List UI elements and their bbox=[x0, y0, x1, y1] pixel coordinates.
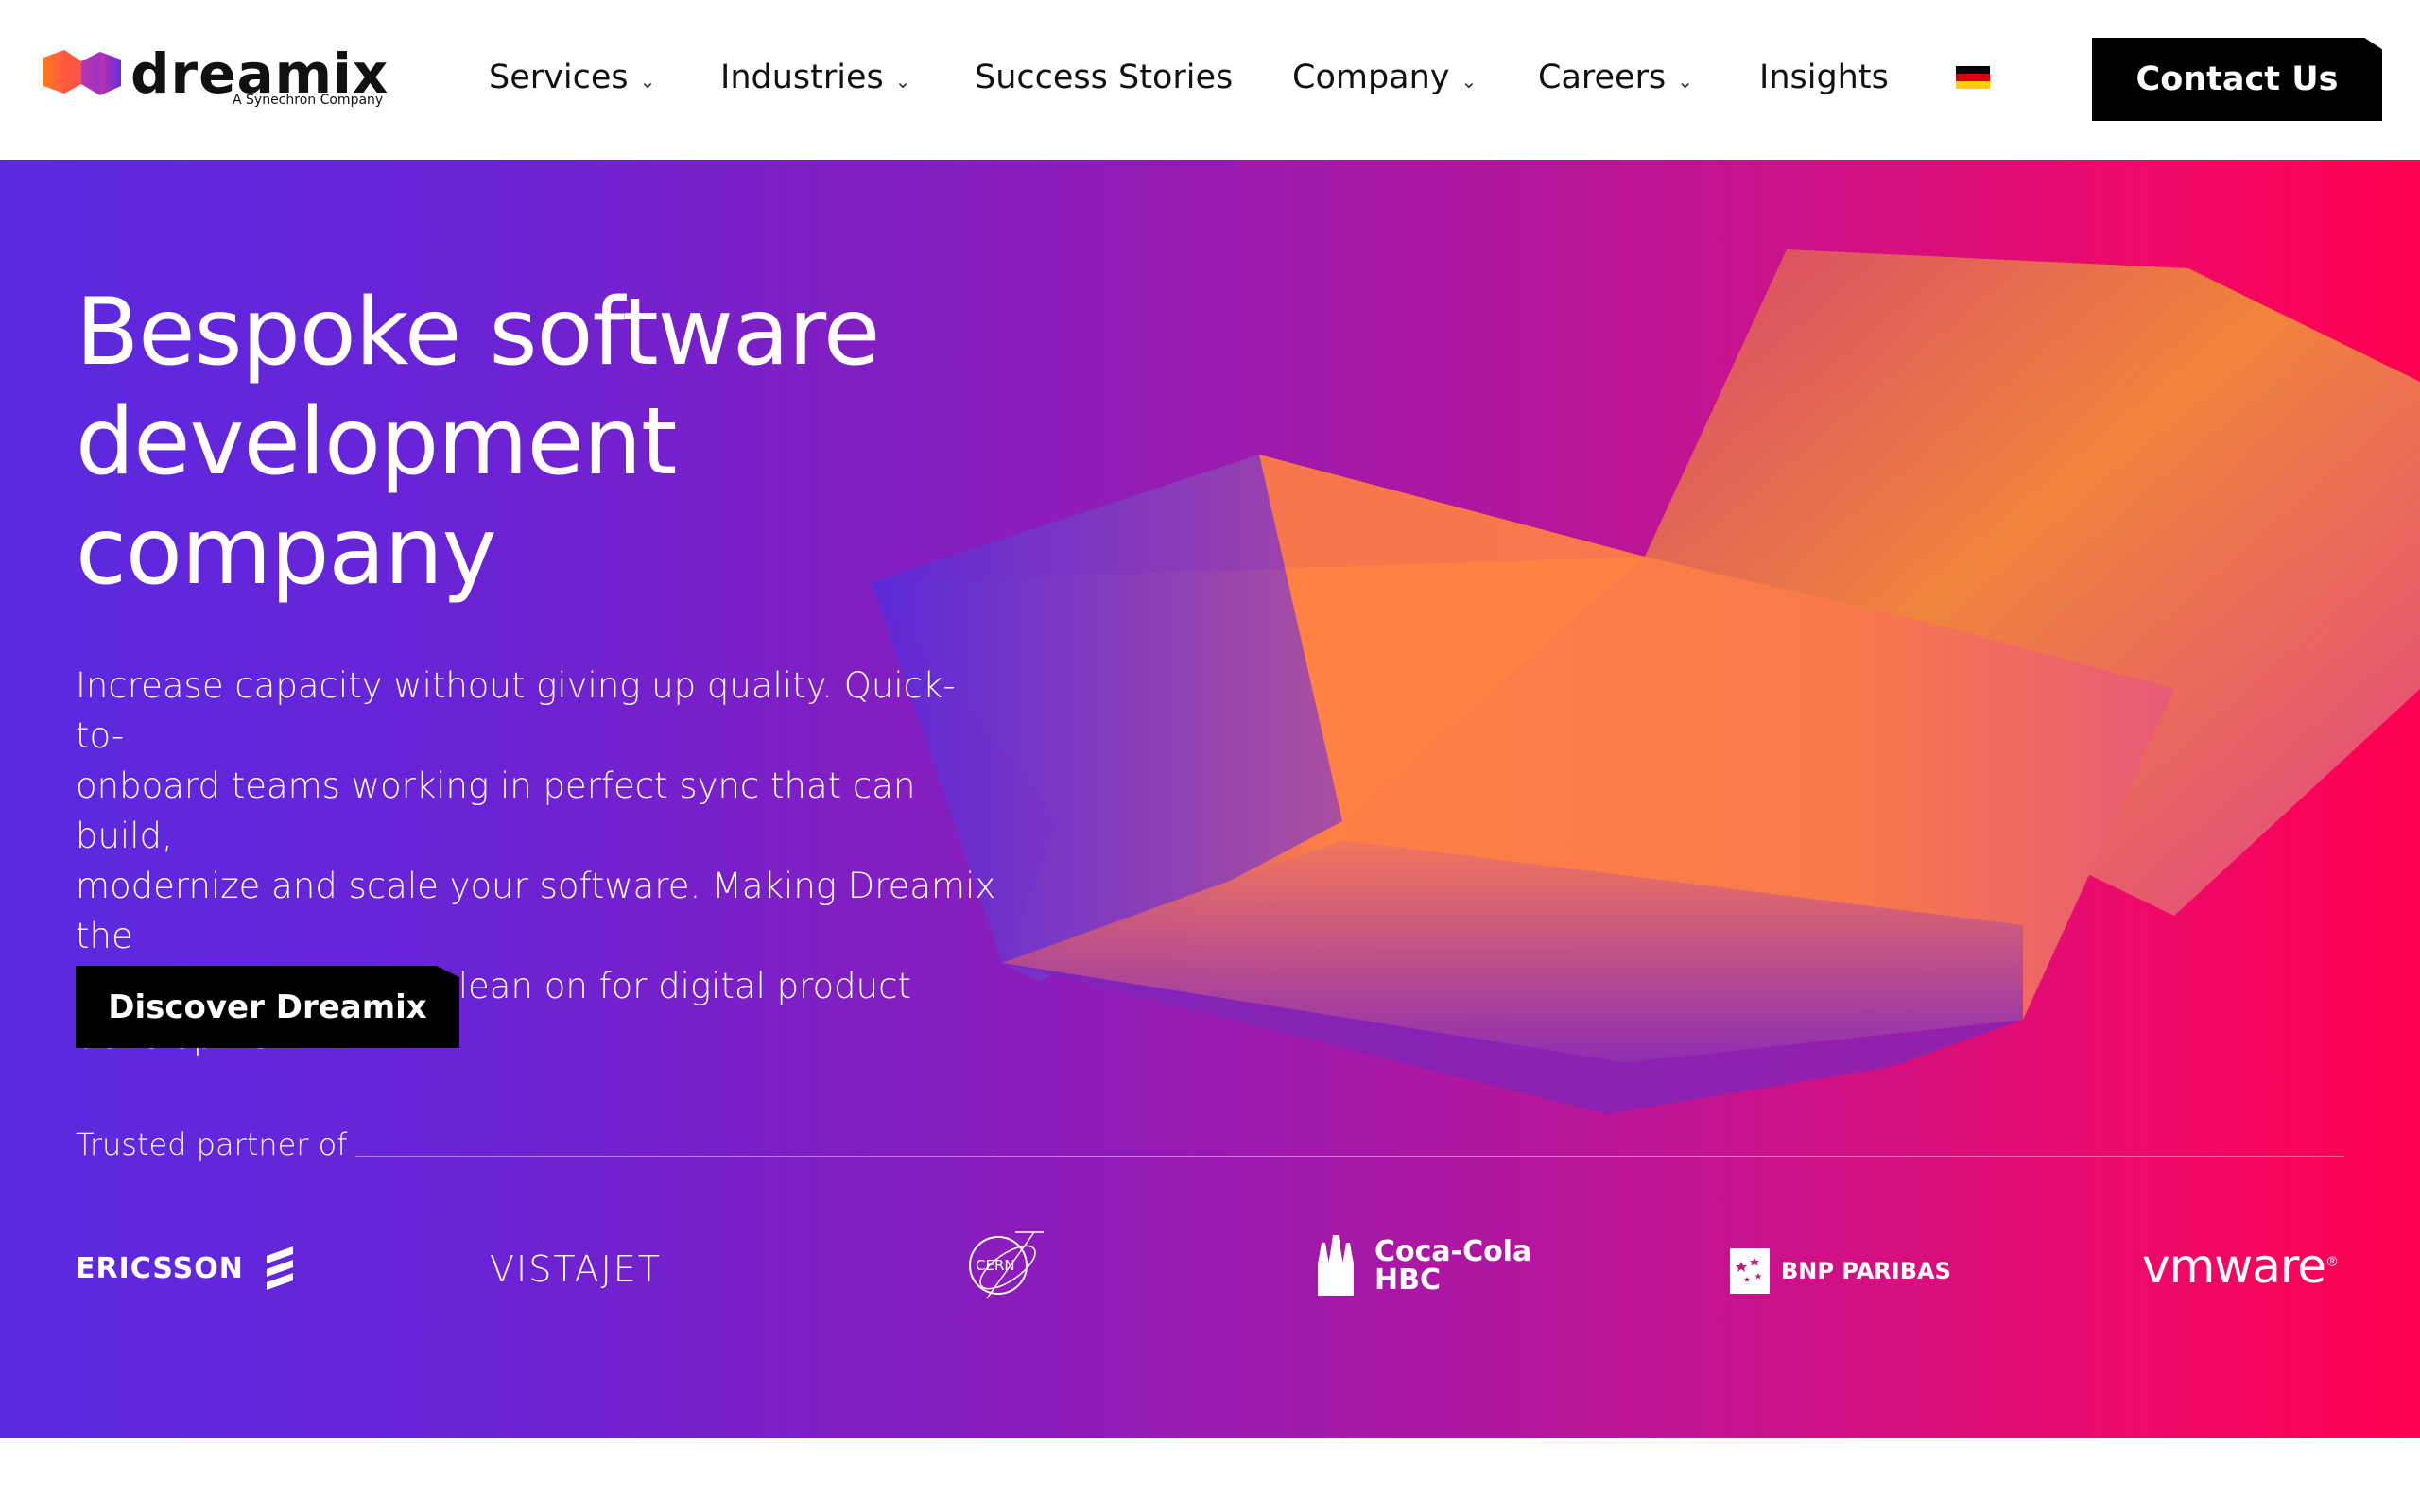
nav-insights-label: Insights bbox=[1759, 59, 1889, 96]
vmware-text: vmware bbox=[2142, 1239, 2326, 1294]
nav-insights[interactable]: Insights bbox=[1759, 59, 1889, 96]
hero-description-line-1: Increase capacity without giving up qual… bbox=[76, 665, 956, 756]
page-below-fold bbox=[0, 1438, 2420, 1512]
bnp-paribas-logo: BNP PARIBAS bbox=[1730, 1248, 1951, 1294]
cern-logo-text: CERN bbox=[976, 1257, 1015, 1274]
nav-success-stories-label: Success Stories bbox=[975, 59, 1234, 96]
germany-flag-icon[interactable] bbox=[1956, 66, 1990, 89]
ericsson-logo: ERICSSON bbox=[76, 1246, 299, 1290]
vmware-logo: vmware® bbox=[2142, 1239, 2339, 1294]
cern-logo: CERN bbox=[959, 1228, 1046, 1316]
ericsson-mark-icon bbox=[266, 1246, 293, 1290]
ericsson-logo-text: ERICSSON bbox=[76, 1251, 244, 1285]
contact-us-button[interactable]: Contact Us bbox=[2092, 38, 2382, 121]
nav-industries[interactable]: Industries ⌄ bbox=[720, 59, 911, 96]
nav-services[interactable]: Services ⌄ bbox=[489, 59, 655, 96]
nav-services-label: Services bbox=[489, 59, 629, 96]
site-header: dreamix A Synechron Company Services ⌄ I… bbox=[0, 0, 2420, 160]
bnp-paribas-text: BNP PARIBAS bbox=[1781, 1258, 1951, 1284]
cern-logo-icon: CERN bbox=[969, 1231, 1044, 1299]
divider bbox=[355, 1156, 2344, 1157]
discover-dreamix-button[interactable]: Discover Dreamix bbox=[76, 966, 459, 1048]
bnp-stars-icon bbox=[1730, 1248, 1770, 1294]
hbc-text: HBC bbox=[1374, 1263, 1441, 1297]
hero-description-line-3: modernize and scale your software. Makin… bbox=[76, 866, 996, 956]
nav-careers-label: Careers bbox=[1538, 59, 1667, 96]
chevron-down-icon: ⌄ bbox=[1677, 70, 1693, 93]
hero-title-line-2: development bbox=[76, 388, 677, 496]
coca-cola-hbc-logo: Coca-Cola HBC bbox=[1314, 1235, 1531, 1297]
nav-company[interactable]: Company ⌄ bbox=[1292, 59, 1477, 96]
hero-title: Bespoke software development company bbox=[76, 278, 1021, 607]
chevron-down-icon: ⌄ bbox=[639, 70, 656, 93]
hero-title-line-3: company bbox=[76, 498, 497, 606]
nav-success-stories[interactable]: Success Stories bbox=[975, 59, 1233, 96]
bottles-icon bbox=[1318, 1235, 1354, 1296]
nav-company-label: Company bbox=[1292, 59, 1450, 96]
chevron-down-icon: ⌄ bbox=[894, 70, 911, 93]
chevron-down-icon: ⌄ bbox=[1461, 70, 1478, 93]
hero-title-line-1: Bespoke software bbox=[76, 279, 880, 387]
vistajet-logo: VISTAJET bbox=[490, 1248, 663, 1290]
main-nav: Services ⌄ Industries ⌄ Success Stories … bbox=[0, 0, 2420, 160]
nav-industries-label: Industries bbox=[720, 59, 884, 96]
nav-careers[interactable]: Careers ⌄ bbox=[1538, 59, 1693, 96]
registered-mark: ® bbox=[2325, 1254, 2339, 1270]
trusted-partner-label: Trusted partner of bbox=[76, 1126, 348, 1162]
partner-logos: ERICSSON VISTAJET CERN Coca-Cola HBC BNP… bbox=[0, 1228, 2420, 1332]
hero-section: Bespoke software development company Inc… bbox=[0, 160, 2420, 1438]
hero-description-line-2: onboard teams working in perfect sync th… bbox=[76, 765, 916, 856]
